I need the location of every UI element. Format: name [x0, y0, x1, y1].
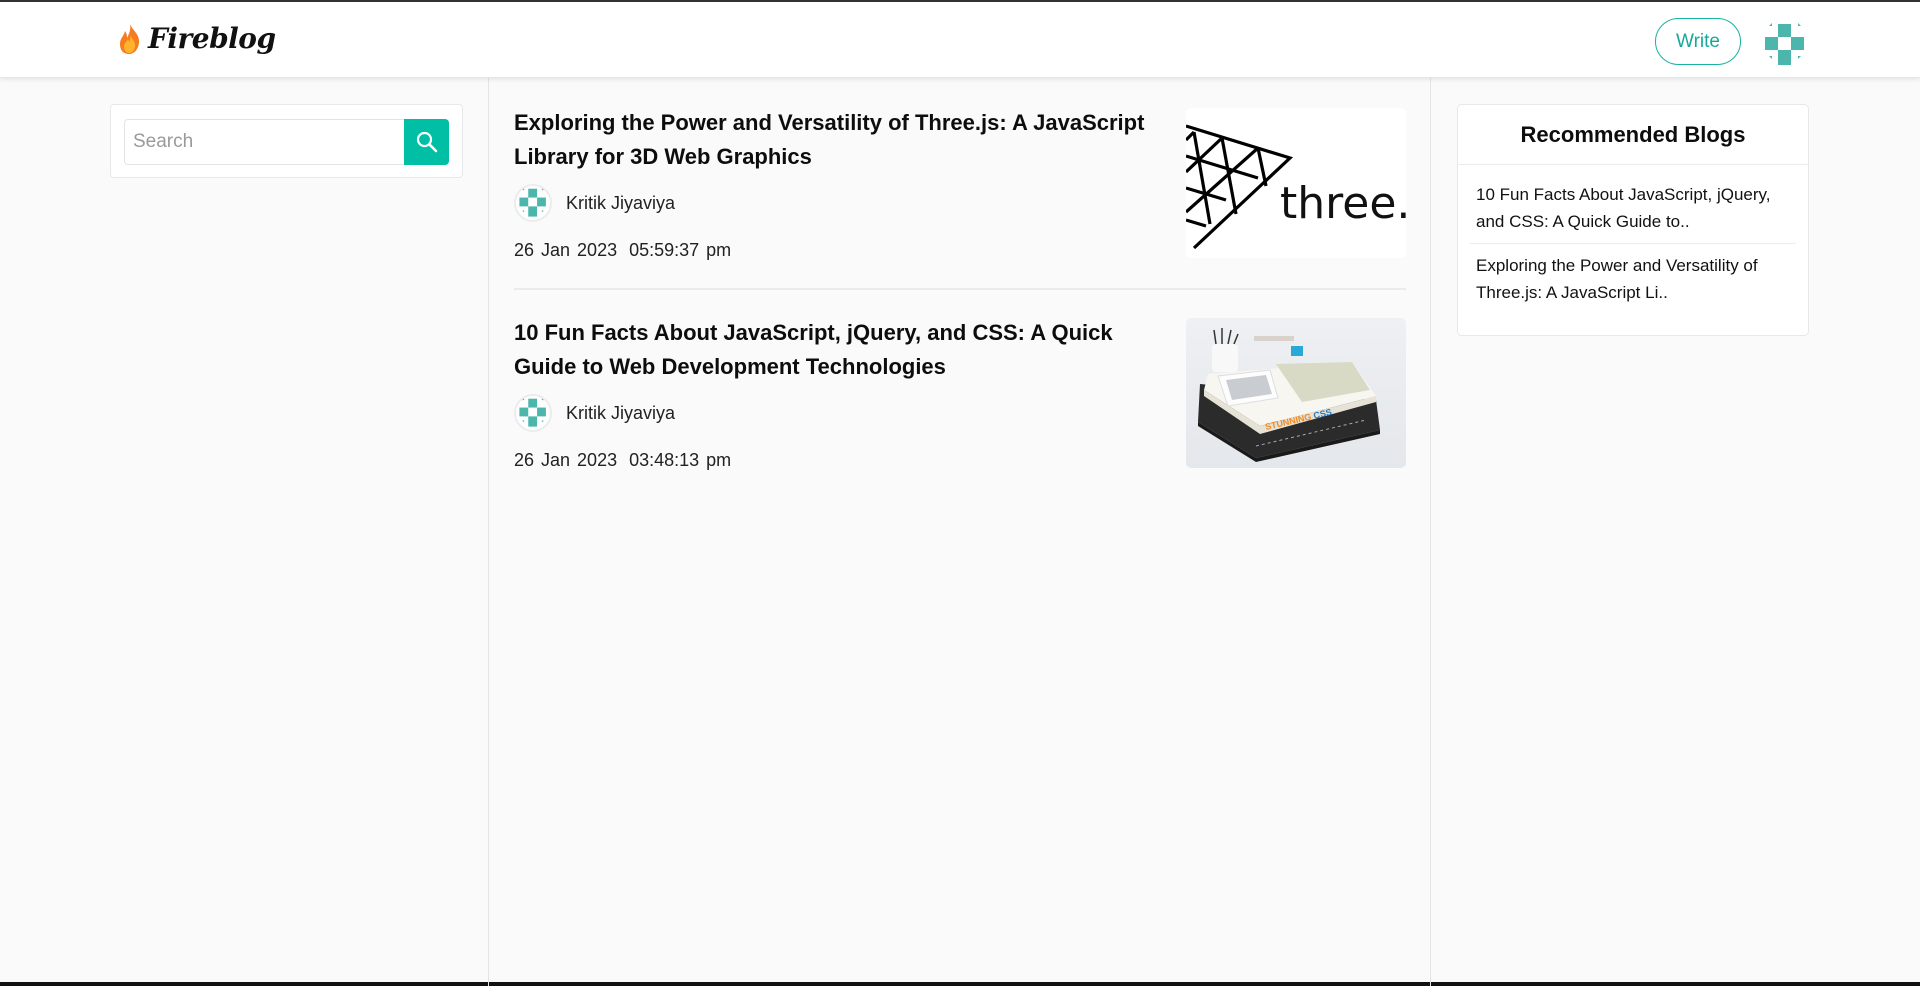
- recommended-blog-link[interactable]: Exploring the Power and Versatility of T…: [1470, 243, 1796, 314]
- post-timestamp: 26 Jan 2023 03:48:13 pm: [514, 450, 731, 471]
- author-avatar: [514, 184, 552, 222]
- post-time: 05:59:37 pm: [629, 240, 732, 260]
- author-name: Kritik Jiyaviya: [566, 402, 676, 423]
- post-title-link[interactable]: Exploring the Power and Versatility of T…: [514, 106, 1174, 174]
- author-name: Kritik Jiyaviya: [566, 192, 676, 213]
- post-author: Kritik Jiyaviya: [514, 394, 675, 432]
- brand-name: Fireblog: [148, 22, 276, 55]
- left-column-divider: [488, 78, 489, 986]
- books-photo-image: STUNNING CSS: [1186, 318, 1406, 468]
- post-author: Kritik Jiyaviya: [514, 184, 675, 222]
- right-column-divider: [1430, 78, 1431, 986]
- search-card: [110, 104, 463, 178]
- recommended-blogs-heading: Recommended Blogs: [1458, 105, 1808, 165]
- identicon-avatar-icon: [519, 398, 546, 427]
- post-title-link[interactable]: 10 Fun Facts About JavaScript, jQuery, a…: [514, 316, 1179, 384]
- search-input[interactable]: [124, 119, 404, 165]
- post-date: 26 Jan 2023: [514, 240, 618, 260]
- recommended-blog-link[interactable]: 10 Fun Facts About JavaScript, jQuery, a…: [1470, 173, 1796, 243]
- thumbnail-caption: three.js: [1280, 178, 1406, 229]
- recommended-blogs-list: 10 Fun Facts About JavaScript, jQuery, a…: [1458, 165, 1808, 314]
- post-timestamp: 26 Jan 2023 05:59:37 pm: [514, 240, 731, 261]
- identicon-avatar-icon: [1765, 23, 1804, 65]
- identicon-avatar-icon: [519, 188, 546, 217]
- post-time: 03:48:13 pm: [629, 450, 732, 470]
- flame-icon: [120, 23, 140, 54]
- post-thumbnail[interactable]: STUNNING CSS: [1186, 318, 1406, 468]
- user-avatar-button[interactable]: [1760, 22, 1810, 68]
- recommended-blogs-card: Recommended Blogs 10 Fun Facts About Jav…: [1457, 104, 1809, 336]
- author-avatar: [514, 394, 552, 432]
- search-icon: [416, 131, 437, 153]
- search-button[interactable]: [404, 119, 449, 165]
- post-thumbnail[interactable]: three.js: [1186, 108, 1406, 258]
- top-navbar: Fireblog Write: [0, 2, 1920, 78]
- brand-logo-link[interactable]: Fireblog: [118, 22, 276, 55]
- threejs-logo-image: three.js: [1186, 108, 1406, 258]
- write-button[interactable]: Write: [1655, 18, 1741, 65]
- post-divider: [514, 288, 1406, 290]
- post-date: 26 Jan 2023: [514, 450, 618, 470]
